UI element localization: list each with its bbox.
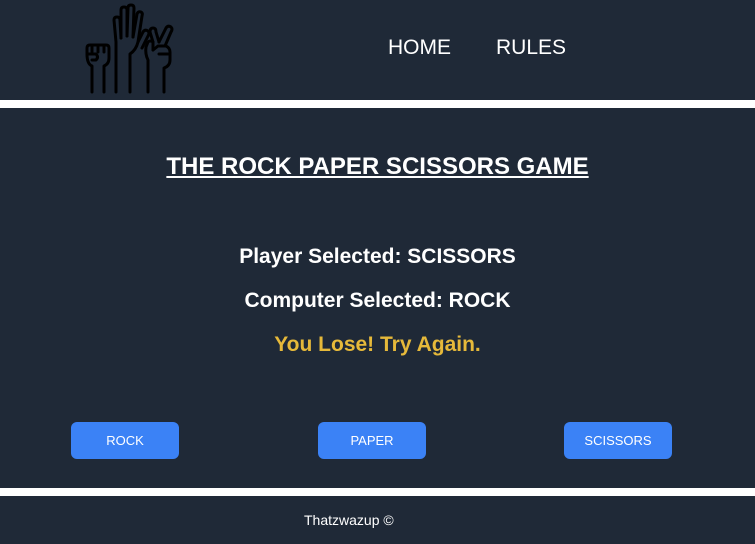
player-selection-text: Player Selected: SCISSORS: [239, 245, 516, 268]
rock-button[interactable]: ROCK: [71, 422, 179, 459]
scissors-button[interactable]: SCISSORS: [564, 422, 672, 459]
raised-hands-logo-icon: [80, 2, 180, 94]
nav-rules-link[interactable]: RULES: [496, 36, 566, 60]
header: HOME RULES: [0, 0, 755, 100]
nav-home-link[interactable]: HOME: [388, 36, 451, 60]
game-result-text: You Lose! Try Again.: [274, 333, 481, 356]
game-panel: THE ROCK PAPER SCISSORS GAME Player Sele…: [0, 108, 755, 488]
paper-button[interactable]: PAPER: [318, 422, 426, 459]
footer: Thatzwazup ©: [0, 496, 755, 544]
computer-selection-text: Computer Selected: ROCK: [244, 289, 511, 312]
main-nav: HOME RULES: [388, 36, 566, 60]
footer-copyright: Thatzwazup ©: [304, 512, 394, 528]
page-title: THE ROCK PAPER SCISSORS GAME: [166, 153, 589, 180]
